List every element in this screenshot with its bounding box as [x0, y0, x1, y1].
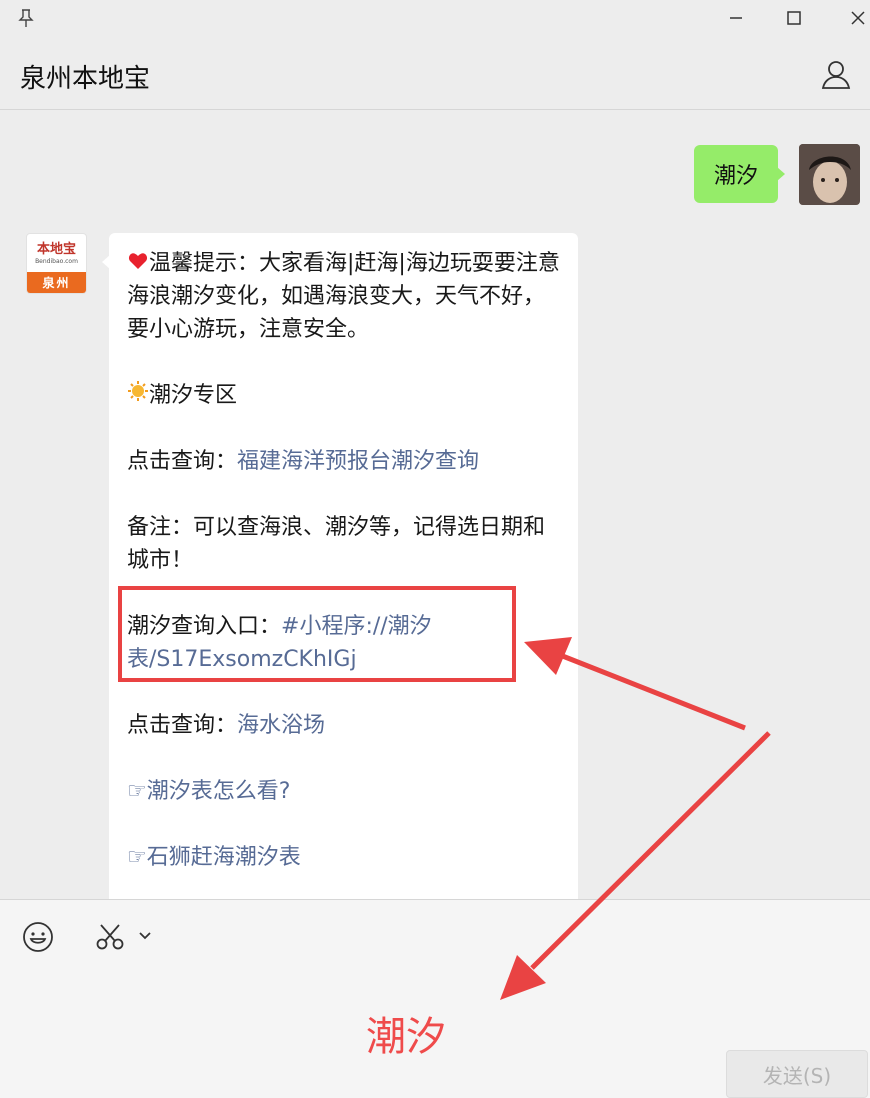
section-heading: 潮汐专区: [127, 379, 561, 412]
query-line-2: 点击查询：海水浴场: [127, 709, 561, 742]
how-to-read-link[interactable]: ☞潮汐表怎么看?: [127, 775, 561, 808]
highlight-box: [118, 586, 516, 682]
window-titlebar: [0, 0, 870, 38]
maximize-icon[interactable]: [782, 6, 806, 30]
send-button[interactable]: 发送(S): [726, 1050, 868, 1098]
tip-paragraph: 温馨提示：大家看海|赶海|海边玩耍要注意海浪潮汐变化，如遇海浪变大，天气不好，要…: [127, 247, 561, 346]
pin-icon[interactable]: [14, 6, 38, 30]
minimize-icon[interactable]: [724, 6, 748, 30]
account-logo-city: 泉州: [27, 272, 86, 293]
chevron-down-icon[interactable]: [138, 928, 152, 942]
tip-text: 温馨提示：大家看海|赶海|海边玩耍要注意海浪潮汐变化，如遇海浪变大，天气不好，要…: [127, 251, 560, 342]
message-input[interactable]: 潮汐: [366, 1004, 446, 1062]
input-area: 潮汐 发送(S): [0, 899, 870, 1098]
my-avatar[interactable]: [799, 144, 860, 205]
incoming-message: 温馨提示：大家看海|赶海|海边玩耍要注意海浪潮汐变化，如遇海浪变大，天气不好，要…: [102, 233, 578, 899]
query-prefix-2: 点击查询：: [127, 713, 238, 738]
heart-icon: [127, 247, 149, 280]
close-icon[interactable]: [846, 6, 870, 30]
forecast-link[interactable]: 福建海洋预报台潮汐查询: [237, 449, 479, 474]
query-line-1: 点击查询：福建海洋预报台潮汐查询: [127, 445, 561, 478]
query-prefix-1: 点击查询：: [127, 449, 238, 474]
outgoing-message[interactable]: 潮汐: [694, 145, 785, 203]
account-avatar[interactable]: 本地宝 Bendibao.com 泉州: [26, 233, 87, 294]
person-icon[interactable]: [820, 58, 852, 90]
section-heading-text: 潮汐专区: [149, 383, 238, 408]
chat-messages[interactable]: 潮汐 本地宝 Bendibao.com 泉州 温馨提示：大家看海|赶海|海边玩耍…: [0, 111, 870, 899]
chat-header: 泉州本地宝: [0, 38, 870, 110]
account-logo-url: Bendibao.com: [35, 257, 78, 265]
beach-link[interactable]: 海水浴场: [237, 713, 325, 738]
scissors-icon[interactable]: [95, 922, 125, 952]
sun-icon: [127, 379, 149, 412]
smiley-icon[interactable]: [22, 921, 54, 953]
account-logo: 本地宝 Bendibao.com: [27, 234, 86, 273]
account-logo-name: 本地宝: [36, 241, 76, 257]
chat-title: 泉州本地宝: [20, 64, 151, 94]
shishi-tide-link[interactable]: ☞石狮赶海潮汐表: [127, 841, 561, 874]
note-paragraph: 备注：可以查海浪、潮汐等，记得选日期和城市！: [127, 515, 546, 573]
